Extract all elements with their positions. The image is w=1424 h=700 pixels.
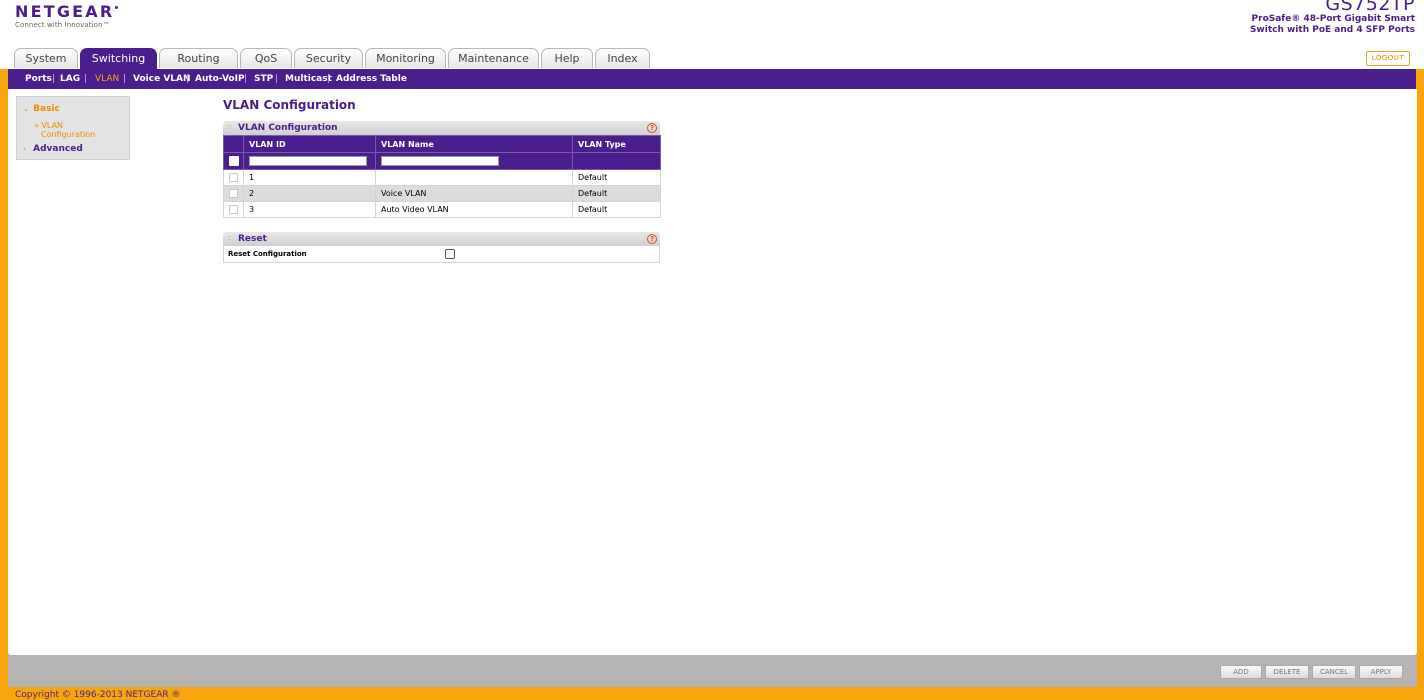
tab-system[interactable]: System — [14, 48, 78, 68]
column-header-vlan-id: VLAN ID — [243, 135, 376, 153]
table-header-row: VLAN ID VLAN Name VLAN Type — [223, 135, 661, 153]
subnav-separator: | — [327, 74, 331, 84]
table-row: 3 Auto Video VLAN Default — [223, 201, 661, 218]
cancel-button[interactable]: CANCEL — [1312, 665, 1356, 679]
product-info: GS752TP ProSafe® 48-Port Gigabit Smart S… — [1215, 0, 1415, 36]
tab-security[interactable]: Security — [294, 48, 363, 68]
product-model: GS752TP — [1325, 0, 1415, 15]
reset-configuration-label: Reset Configuration — [228, 250, 307, 258]
reset-box: :: Reset ? Reset Configuration — [223, 232, 660, 263]
logo-tagline: Connect with Innovation™ — [15, 21, 110, 29]
help-icon[interactable]: ? — [647, 234, 657, 244]
leftnav-basic[interactable]: ⌄ Basic — [23, 104, 60, 114]
vlan-id-cell — [243, 152, 376, 170]
chevron-down-icon: ⌄ — [23, 105, 29, 113]
subnav-separator: | — [186, 74, 190, 84]
vlan-name-cell: Voice VLAN — [375, 185, 573, 202]
leftnav-vlan-label-line2: Configuration — [41, 130, 96, 139]
logo-dot — [115, 6, 119, 9]
logout-button[interactable]: LOGOUT — [1366, 51, 1410, 66]
apply-button[interactable]: APPLY — [1359, 665, 1403, 679]
leftnav-advanced-label: Advanced — [33, 144, 83, 154]
copyright: Copyright © 1996-2013 NETGEAR ® — [15, 690, 181, 700]
subnav-ports[interactable]: Ports — [25, 69, 52, 89]
leftnav-advanced[interactable]: › Advanced — [23, 144, 83, 154]
vlan-type-cell: Default — [572, 201, 661, 218]
grip-icon: :: — [227, 233, 232, 242]
vlan-name-input[interactable] — [381, 156, 499, 166]
tab-index[interactable]: Index — [595, 48, 650, 68]
select-cell — [223, 185, 244, 202]
table-row: 2 Voice VLAN Default — [223, 185, 661, 202]
row-checkbox[interactable] — [229, 189, 238, 198]
box-header: :: Reset ? — [223, 232, 660, 246]
reset-configuration-checkbox[interactable] — [445, 249, 455, 259]
vlan-id-cell: 3 — [243, 201, 376, 218]
logo-text: NETGEAR — [15, 2, 115, 21]
subnav-separator: | — [52, 74, 56, 84]
subnav-multicast[interactable]: Multicast — [285, 69, 332, 89]
subnav-separator: | — [84, 74, 88, 84]
delete-button[interactable]: DELETE — [1265, 665, 1309, 679]
select-cell — [223, 169, 244, 186]
vlan-id-input[interactable] — [249, 156, 367, 166]
add-button[interactable]: ADD — [1220, 665, 1262, 679]
vlan-type-cell — [572, 152, 661, 170]
chevron-right-icon: › — [23, 145, 26, 153]
new-vlan-entry-row — [223, 152, 661, 170]
table-row: 1 Default — [223, 169, 661, 186]
leftnav-vlan-configuration[interactable]: » VLAN Configuration — [34, 121, 95, 139]
box-title: Reset — [238, 234, 267, 244]
sub-navigation: Ports | LAG | VLAN | Voice VLAN | Auto-V… — [8, 69, 1416, 89]
vlan-type-cell: Default — [572, 169, 661, 186]
tab-help[interactable]: Help — [541, 48, 593, 68]
subnav-voice-vlan[interactable]: Voice VLAN — [133, 69, 191, 89]
column-header-vlan-name: VLAN Name — [375, 135, 573, 153]
tab-routing[interactable]: Routing — [159, 48, 238, 68]
select-all-checkbox[interactable] — [228, 156, 239, 166]
main-panel: ⌄ Basic » VLAN Configuration › Advanced … — [8, 89, 1417, 655]
vlan-id-cell: 1 — [243, 169, 376, 186]
header: NETGEAR Connect with Innovation™ GS752TP… — [0, 0, 1424, 69]
vlan-table: VLAN ID VLAN Name VLAN Type 1 Default 2 … — [223, 135, 661, 218]
select-column-header — [223, 135, 244, 153]
select-cell — [223, 201, 244, 218]
box-title: VLAN Configuration — [238, 123, 338, 133]
tab-qos[interactable]: QoS — [240, 48, 292, 68]
page-title: VLAN Configuration — [223, 98, 356, 112]
arrow-right-icon: » — [34, 121, 39, 130]
vlan-type-cell: Default — [572, 185, 661, 202]
help-icon[interactable]: ? — [647, 123, 657, 133]
subnav-separator: | — [275, 74, 279, 84]
row-checkbox[interactable] — [229, 173, 238, 182]
tab-maintenance[interactable]: Maintenance — [448, 48, 539, 68]
grip-icon: :: — [227, 122, 232, 131]
leftnav-basic-label: Basic — [33, 104, 60, 114]
vlan-configuration-box: :: VLAN Configuration ? VLAN ID VLAN Nam… — [223, 121, 661, 218]
netgear-logo: NETGEAR Connect with Innovation™ — [15, 2, 119, 30]
product-description: ProSafe® 48-Port Gigabit Smart Switch wi… — [1249, 14, 1415, 35]
subnav-vlan[interactable]: VLAN — [95, 69, 119, 89]
subnav-separator: | — [244, 74, 248, 84]
subnav-lag[interactable]: LAG — [60, 69, 80, 89]
box-header: :: VLAN Configuration ? — [223, 121, 660, 135]
action-bar: ADD DELETE CANCEL APPLY — [8, 655, 1417, 687]
vlan-id-cell: 2 — [243, 185, 376, 202]
column-header-vlan-type: VLAN Type — [572, 135, 661, 153]
leftnav-vlan-label: VLAN — [41, 121, 64, 130]
left-navigation: ⌄ Basic » VLAN Configuration › Advanced — [16, 96, 130, 160]
vlan-name-cell: Auto Video VLAN — [375, 201, 573, 218]
subnav-stp[interactable]: STP — [254, 69, 273, 89]
reset-configuration-row: Reset Configuration — [223, 246, 660, 263]
tab-monitoring[interactable]: Monitoring — [365, 48, 446, 68]
vlan-name-cell — [375, 169, 573, 186]
row-checkbox[interactable] — [229, 205, 238, 214]
subnav-address-table[interactable]: Address Table — [336, 69, 407, 89]
select-cell — [223, 152, 244, 170]
vlan-name-cell — [375, 152, 573, 170]
tab-switching[interactable]: Switching — [80, 48, 157, 69]
subnav-auto-voip[interactable]: Auto-VoIP — [195, 69, 245, 89]
subnav-separator: | — [123, 74, 127, 84]
